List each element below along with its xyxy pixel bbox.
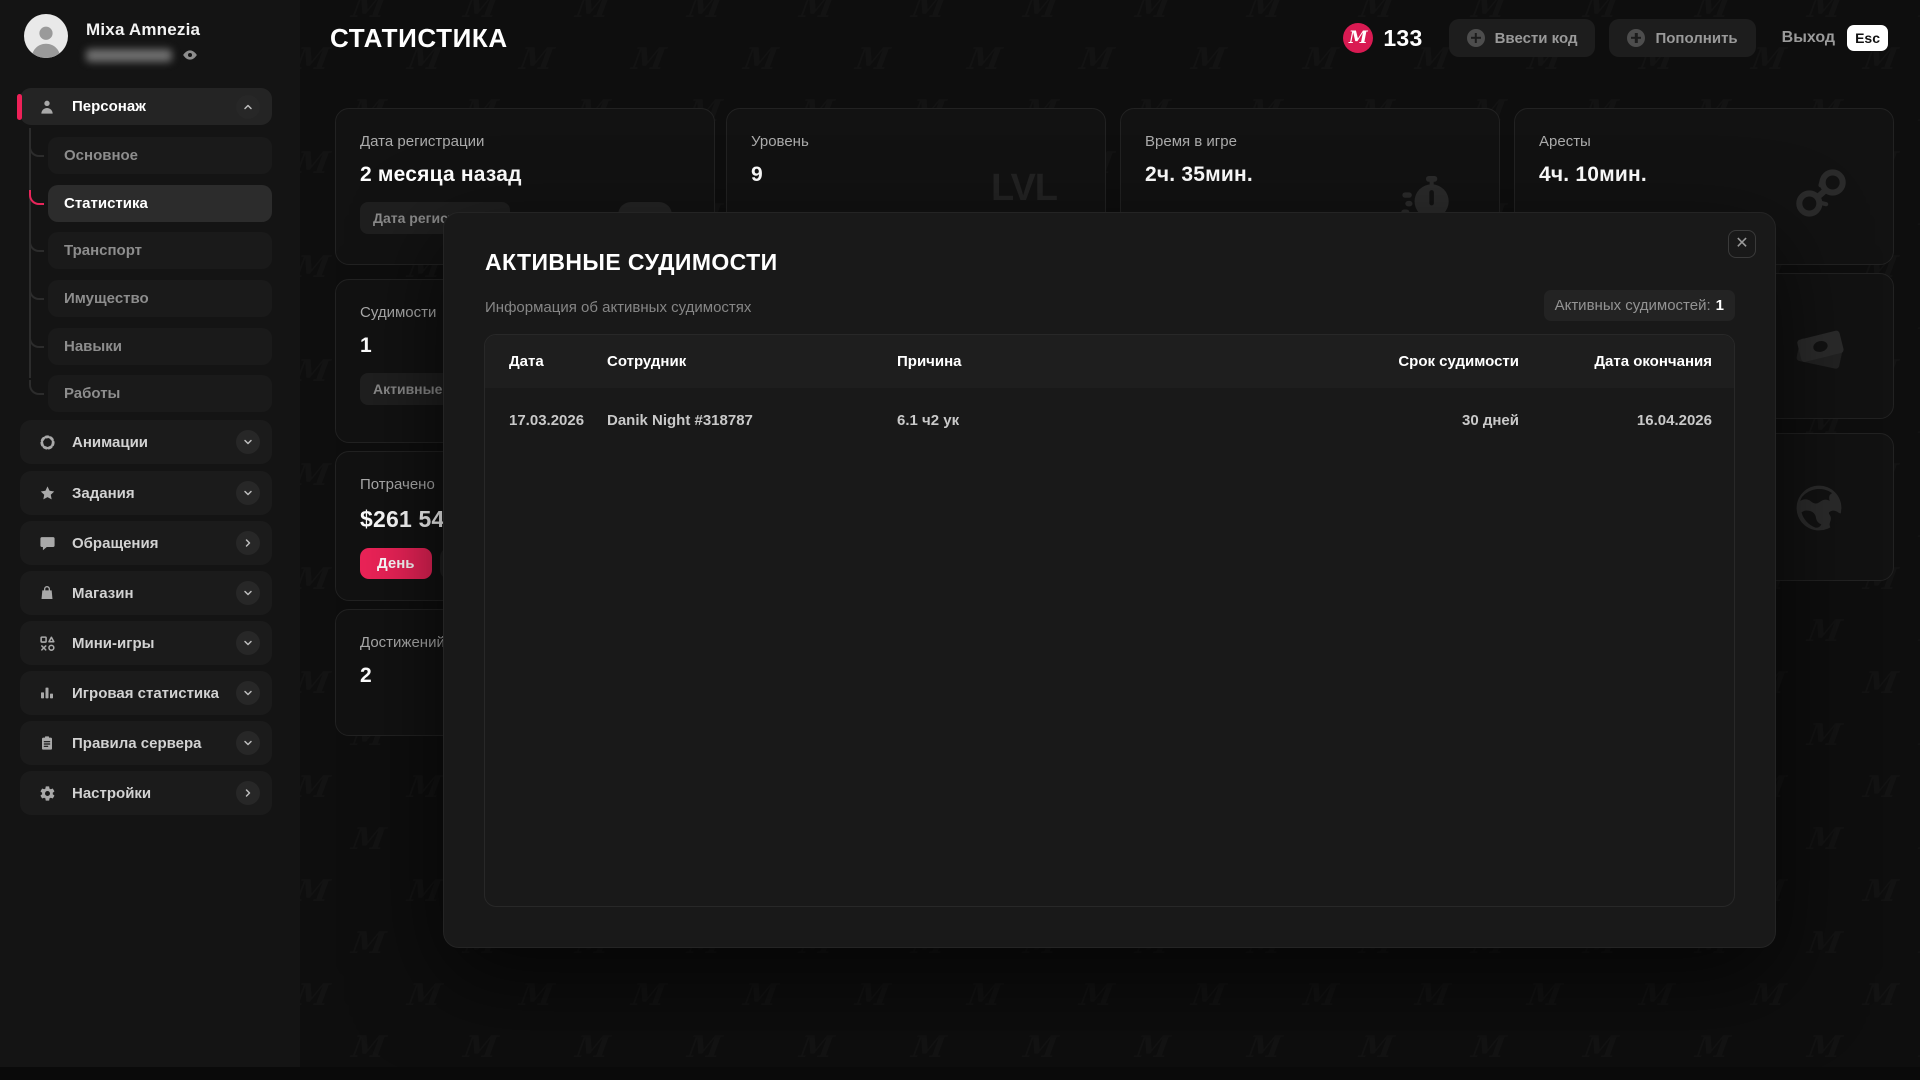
cell-term: 30 дней	[1369, 412, 1519, 429]
person-silhouette-icon	[28, 20, 64, 58]
sidebar-subitem-transport[interactable]: Транспорт	[48, 232, 272, 269]
minigames-icon	[36, 635, 58, 652]
sidebar-item-appeals[interactable]: Обращения	[20, 521, 272, 565]
sidebar-subitem-statistics[interactable]: Статистика	[48, 185, 272, 222]
active-convictions-modal: ✕ АКТИВНЫЕ СУДИМОСТИ Информация об актив…	[443, 212, 1776, 948]
chevron-down-icon	[236, 581, 260, 605]
chat-bubble-icon	[36, 535, 58, 552]
chevron-up-icon	[236, 95, 260, 119]
star-icon	[36, 485, 58, 502]
col-header-date: Дата	[509, 353, 607, 370]
chevron-down-icon	[236, 481, 260, 505]
top-bar: СТАТИСТИКА M 133 Ввести код Пополнить Вы…	[300, 0, 1920, 76]
close-icon[interactable]: ✕	[1728, 230, 1756, 258]
screen-bottom-edge	[0, 1067, 1920, 1080]
esc-key-badge: Esc	[1847, 25, 1888, 51]
sidebar-subitem-jobs[interactable]: Работы	[48, 375, 272, 412]
user-profile: Mixa Amnezia	[24, 14, 200, 63]
chevron-down-icon	[236, 430, 260, 454]
col-header-officer: Сотрудник	[607, 353, 897, 370]
cell-date: 17.03.2026	[509, 412, 607, 429]
sidebar-item-server-rules[interactable]: Правила сервера	[20, 721, 272, 765]
plus-icon	[1467, 29, 1485, 47]
active-tree-elbow	[29, 190, 44, 205]
sidebar-item-label: Персонаж	[72, 98, 236, 115]
chevron-down-icon	[236, 681, 260, 705]
chevron-down-icon	[236, 631, 260, 655]
lvl-watermark: LVL	[991, 167, 1057, 210]
sidebar-item-animations[interactable]: Анимации	[20, 420, 272, 464]
sidebar: Mixa Amnezia Пе	[0, 0, 300, 1080]
sidebar-item-tasks[interactable]: Задания	[20, 471, 272, 515]
period-day-button[interactable]: День	[360, 548, 432, 579]
currency-balance: M 133	[1343, 23, 1422, 53]
modal-subtitle: Информация об активных судимостях	[485, 299, 751, 316]
badge-value: 1	[1716, 297, 1724, 314]
chevron-down-icon	[236, 731, 260, 755]
shopping-bag-icon	[36, 585, 58, 601]
cell-end-date: 16.04.2026	[1519, 412, 1712, 429]
eye-icon[interactable]	[182, 47, 198, 63]
topup-button[interactable]: Пополнить	[1609, 19, 1755, 57]
sidebar-item-character[interactable]: Персонаж	[20, 88, 272, 125]
rules-document-icon	[36, 735, 58, 751]
chevron-right-icon	[236, 781, 260, 805]
cell-reason: 6.1 ч2 ук	[897, 412, 1369, 429]
bar-chart-icon	[36, 685, 58, 701]
convictions-table: Дата Сотрудник Причина Срок судимости Да…	[484, 334, 1735, 907]
col-header-term: Срок судимости	[1369, 353, 1519, 370]
spinner-icon	[36, 434, 58, 451]
handcuffs-icon	[1793, 165, 1849, 221]
coin-icon: M	[1343, 23, 1373, 53]
app-root: Mixa Amnezia Пе	[0, 0, 1920, 1080]
page-title: СТАТИСТИКА	[330, 23, 508, 54]
sidebar-subitem-property[interactable]: Имущество	[48, 280, 272, 317]
sidebar-item-shop[interactable]: Магазин	[20, 571, 272, 615]
currency-value: 133	[1383, 25, 1422, 52]
chevron-right-icon	[236, 531, 260, 555]
sidebar-item-settings[interactable]: Настройки	[20, 771, 272, 815]
convictions-count-badge: Активных судимостей:1	[1544, 290, 1735, 321]
table-header-row: Дата Сотрудник Причина Срок судимости Да…	[485, 335, 1734, 388]
exit-button[interactable]: Выход Esc	[1782, 25, 1888, 51]
active-accent-bar	[17, 94, 22, 120]
person-icon	[36, 99, 58, 115]
plus-icon	[1627, 29, 1645, 47]
user-id-blurred	[86, 49, 172, 62]
table-row: 17.03.2026 Danik Night #318787 6.1 ч2 ук…	[485, 388, 1734, 452]
sidebar-item-game-statistics[interactable]: Игровая статистика	[20, 671, 272, 715]
gear-icon	[36, 785, 58, 802]
money-icon	[1791, 318, 1849, 376]
avatar	[24, 14, 68, 58]
globe-icon	[1791, 480, 1847, 536]
col-header-end-date: Дата окончания	[1519, 353, 1712, 370]
user-name: Mixa Amnezia	[86, 20, 200, 40]
col-header-reason: Причина	[897, 353, 1369, 370]
cell-officer: Danik Night #318787	[607, 412, 897, 429]
modal-title: АКТИВНЫЕ СУДИМОСТИ	[485, 249, 778, 276]
main-content: MMMMMMMMMMMMMMMMMMMMMMMMMMMMMMMMMMMMMMMM…	[300, 0, 1920, 1080]
sidebar-subitem-skills[interactable]: Навыки	[48, 328, 272, 365]
sidebar-item-minigames[interactable]: Мини-игры	[20, 621, 272, 665]
sidebar-subitem-main[interactable]: Основное	[48, 137, 272, 174]
enter-code-button[interactable]: Ввести код	[1449, 19, 1596, 57]
